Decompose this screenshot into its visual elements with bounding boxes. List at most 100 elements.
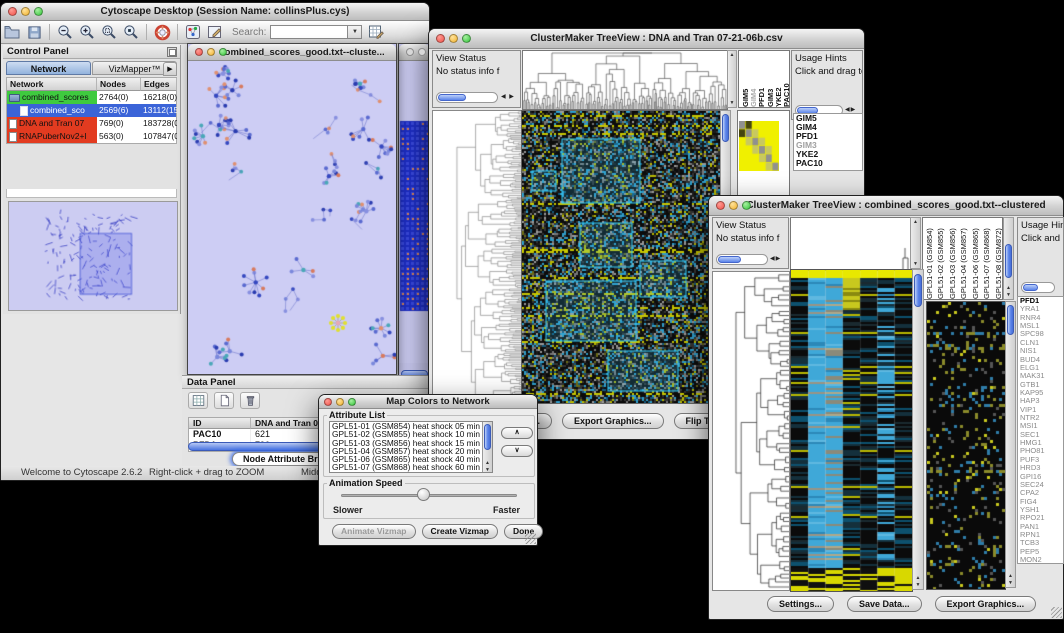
treeview1-title-bar[interactable]: ClusterMaker TreeView : DNA and Tran 07-… xyxy=(429,29,864,49)
close-button[interactable] xyxy=(406,48,414,56)
treeview-button[interactable]: Export Graphics... xyxy=(935,596,1037,612)
search-input[interactable] xyxy=(270,25,348,39)
table-grid-icon[interactable] xyxy=(188,392,208,409)
tv2-side-vscrollbar[interactable]: ▲▼ xyxy=(1005,301,1016,588)
scroll-arrows[interactable]: ◀ ▶ xyxy=(501,92,515,103)
help-ring-icon[interactable] xyxy=(151,23,173,41)
close-button[interactable] xyxy=(324,398,332,406)
float-panel-icon[interactable] xyxy=(167,47,177,57)
main-title-bar[interactable]: Cytoscape Desktop (Session Name: collins… xyxy=(1,3,429,21)
search-dropdown-button[interactable]: ▼ xyxy=(348,25,362,39)
network2-title-bar[interactable] xyxy=(399,44,430,61)
zoom-out-button[interactable] xyxy=(54,23,76,41)
attribute-table-icon[interactable] xyxy=(365,23,387,41)
minimize-button[interactable] xyxy=(207,48,215,56)
tv1-top-dendrogram[interactable] xyxy=(522,50,728,110)
attribute-list-vscrollbar[interactable]: ▲▼ xyxy=(482,422,492,473)
dialog-button[interactable]: Done xyxy=(504,524,543,539)
close-button[interactable] xyxy=(195,48,203,56)
network2-canvas[interactable] xyxy=(399,61,430,363)
tv1-status-scrollbar[interactable] xyxy=(436,92,498,103)
zoom-button[interactable] xyxy=(348,398,356,406)
treeview-button[interactable]: Save Data... xyxy=(847,596,922,612)
column-label[interactable]: GPL51-03 (GSM856) xyxy=(948,218,956,299)
tv2-row-dendrogram[interactable] xyxy=(712,271,790,591)
gene-label[interactable]: MON2 xyxy=(1018,556,1063,564)
attribute-item[interactable]: GPL51-07 (GSM868) heat shock 60 min xyxy=(330,463,492,471)
network1-title-bar[interactable]: combined_scores_good.txt--cluste... xyxy=(188,44,396,61)
treeview-button[interactable]: Settings... xyxy=(767,596,834,612)
attribute-list-label: Attribute List xyxy=(327,410,387,420)
vizmapper-icon[interactable] xyxy=(182,23,204,41)
column-label[interactable]: GPL51-07 (GSM868) xyxy=(982,218,990,299)
tv2-cluster-heatmap[interactable] xyxy=(926,301,1006,590)
column-label[interactable]: GPL51-06 (GSM865) xyxy=(971,218,979,299)
zoom-fit-button[interactable] xyxy=(98,23,120,41)
save-button[interactable] xyxy=(23,23,45,41)
birds-eye-overview[interactable] xyxy=(8,201,178,311)
column-header[interactable]: ID xyxy=(189,418,251,429)
minimize-button[interactable] xyxy=(21,7,30,16)
column-label[interactable]: GPL51-02 (GSM855) xyxy=(936,218,944,299)
move-down-button[interactable]: ∨ xyxy=(501,445,533,457)
tab[interactable]: Network xyxy=(6,61,91,75)
new-document-icon[interactable] xyxy=(214,392,234,409)
column-label[interactable]: GIM5 xyxy=(741,51,748,107)
column-label[interactable]: GPL51-04 (GSM857) xyxy=(959,218,967,299)
zoom-in-button[interactable] xyxy=(76,23,98,41)
tv2-labels-vscrollbar[interactable]: ▲▼ xyxy=(1003,217,1014,300)
tv2-main-vscrollbar[interactable]: ▲▼ xyxy=(912,269,924,590)
network-table-row[interactable]: RNAPuberNov2+I 563(0) 107847(0) xyxy=(7,130,176,143)
minimize-button[interactable] xyxy=(336,398,344,406)
scroll-arrows[interactable]: ◀▶ xyxy=(770,254,781,265)
network-table-row[interactable]: combined_sco 2569(6) 13112(15) xyxy=(7,104,176,117)
column-label[interactable]: GPL51-08 (GSM872) xyxy=(994,218,1002,299)
zoom-button[interactable] xyxy=(34,7,43,16)
zoom-button[interactable] xyxy=(462,34,471,43)
speed-slider-thumb[interactable] xyxy=(417,488,430,501)
column-header[interactable]: Nodes xyxy=(97,78,141,91)
resize-grip[interactable] xyxy=(525,533,536,544)
tab-overflow-button[interactable]: ▶ xyxy=(163,62,177,76)
column-label[interactable]: YKE2 xyxy=(774,51,781,107)
open-file-button[interactable] xyxy=(1,23,23,41)
column-label[interactable]: PAC10 xyxy=(782,51,789,107)
tv1-row-dendrogram[interactable] xyxy=(432,110,522,404)
column-label[interactable]: GIM4 xyxy=(749,51,756,107)
tv2-heatmap[interactable] xyxy=(790,269,913,592)
close-button[interactable] xyxy=(436,34,445,43)
treeview2-title-bar[interactable]: ClusterMaker TreeView : combined_scores_… xyxy=(709,196,1063,216)
column-label[interactable]: GIM3 xyxy=(766,51,773,107)
minimize-button[interactable] xyxy=(449,34,458,43)
tv2-minor-vscrollbar[interactable]: ▲▼ xyxy=(910,217,921,269)
tv1-mini-heatmap[interactable] xyxy=(739,121,779,171)
zoom-selected-button[interactable] xyxy=(120,23,142,41)
gene-label[interactable]: PAC10 xyxy=(794,159,862,168)
tv2-status-scrollbar[interactable] xyxy=(716,254,768,265)
tv1-heatmap[interactable] xyxy=(521,110,721,404)
column-label[interactable]: PFD1 xyxy=(757,51,764,107)
zoom-button[interactable] xyxy=(742,201,751,210)
annotation-icon[interactable] xyxy=(204,23,226,41)
minimize-button[interactable] xyxy=(729,201,738,210)
dialog-button[interactable]: Animate Vizmap xyxy=(332,524,416,539)
column-header[interactable]: Edges xyxy=(141,78,177,91)
close-button[interactable] xyxy=(716,201,725,210)
tv1-minor-vscrollbar[interactable]: ▲▼ xyxy=(727,50,737,108)
trash-icon[interactable] xyxy=(240,392,260,409)
network-table-row[interactable]: DNA and Tran 07 769(0) 183728(0) xyxy=(7,117,176,130)
column-header[interactable]: Network xyxy=(7,78,97,91)
network-table-row[interactable]: combined_scores 2764(0) 16218(0) xyxy=(7,91,176,104)
resize-grip[interactable] xyxy=(1051,607,1062,618)
minimize-button[interactable] xyxy=(418,48,426,56)
dialog-title-bar[interactable]: Map Colors to Network xyxy=(319,395,537,409)
dialog-button[interactable]: Create Vizmap xyxy=(422,524,498,539)
tv2-top-dendrogram[interactable] xyxy=(790,217,911,271)
zoom-button[interactable] xyxy=(219,48,227,56)
treeview-button[interactable]: Export Graphics... xyxy=(562,413,664,429)
tv2-usage-scrollbar[interactable] xyxy=(1021,282,1055,293)
move-up-button[interactable]: ∧ xyxy=(501,427,533,439)
column-label[interactable]: GPL51-01 (GSM854) xyxy=(925,218,933,299)
network1-canvas[interactable] xyxy=(188,61,396,374)
close-button[interactable] xyxy=(8,7,17,16)
